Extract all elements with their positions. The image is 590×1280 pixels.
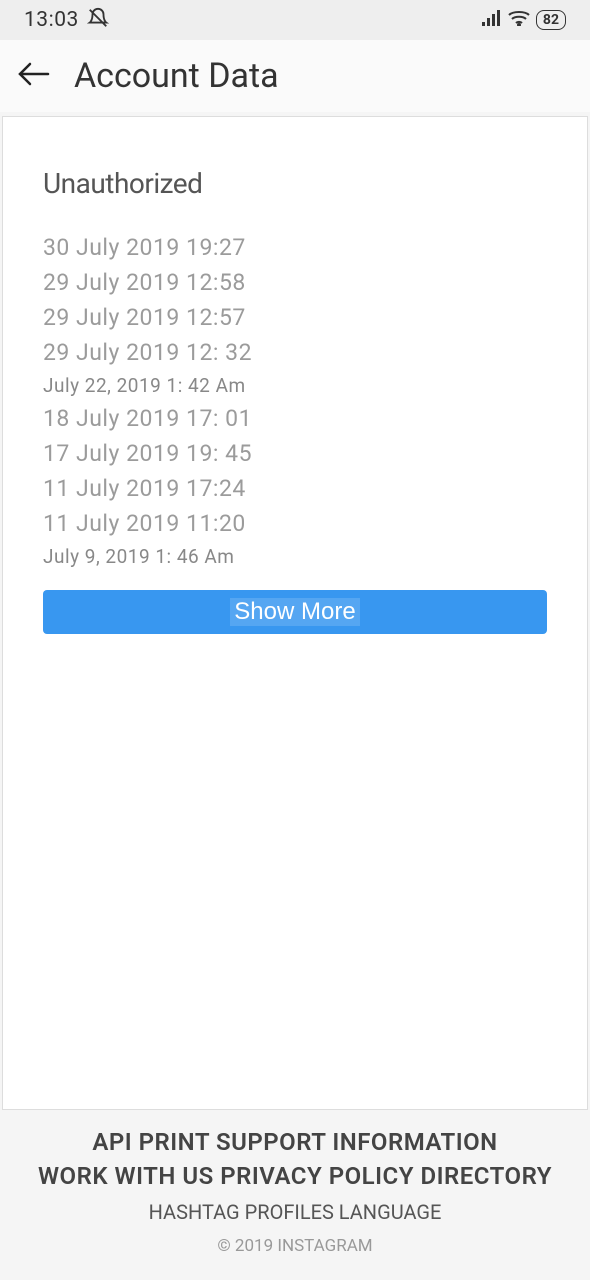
battery-icon: 82: [536, 10, 566, 30]
status-bar: 13:03 82: [0, 0, 590, 40]
mute-icon: [87, 7, 109, 34]
footer: API PRINT SUPPORT INFORMATION WORK WITH …: [0, 1114, 590, 1256]
back-arrow-icon[interactable]: [18, 59, 50, 94]
status-left: 13:03: [24, 7, 109, 34]
signal-icon: [482, 10, 502, 31]
date-item: July 9, 2019 1: 46 Am: [43, 545, 547, 568]
date-item: 11 July 2019 11:20: [43, 510, 547, 537]
page-title: Account Data: [74, 56, 279, 96]
footer-links-row-2[interactable]: WORK WITH US PRIVACY POLICY DIRECTORY: [20, 1162, 570, 1190]
date-item: 18 July 2019 17: 01: [43, 405, 547, 432]
section-title: Unauthorized: [43, 167, 547, 200]
date-item: 17 July 2019 19: 45: [43, 440, 547, 467]
footer-copyright: © 2019 INSTAGRAM: [20, 1236, 570, 1256]
footer-links-row-3[interactable]: HASHTAG PROFILES LANGUAGE: [20, 1200, 570, 1224]
status-right: 82: [482, 10, 566, 31]
show-more-label: Show More: [230, 598, 359, 626]
wifi-icon: [508, 10, 530, 31]
date-item: 29 July 2019 12:57: [43, 304, 547, 331]
date-item: 11 July 2019 17:24: [43, 475, 547, 502]
header: Account Data: [0, 40, 590, 112]
show-more-button[interactable]: Show More: [43, 590, 547, 634]
footer-links-row-1[interactable]: API PRINT SUPPORT INFORMATION: [20, 1128, 570, 1156]
date-item: 29 July 2019 12: 32: [43, 339, 547, 366]
content-card: Unauthorized 30 July 2019 19:27 29 July 2…: [2, 116, 588, 1110]
date-list: 30 July 2019 19:27 29 July 2019 12:58 29 J…: [43, 234, 547, 568]
status-time: 13:03: [24, 8, 79, 32]
date-item: July 22, 2019 1: 42 Am: [43, 374, 547, 397]
date-item: 29 July 2019 12:58: [43, 269, 547, 296]
date-item: 30 July 2019 19:27: [43, 234, 547, 261]
